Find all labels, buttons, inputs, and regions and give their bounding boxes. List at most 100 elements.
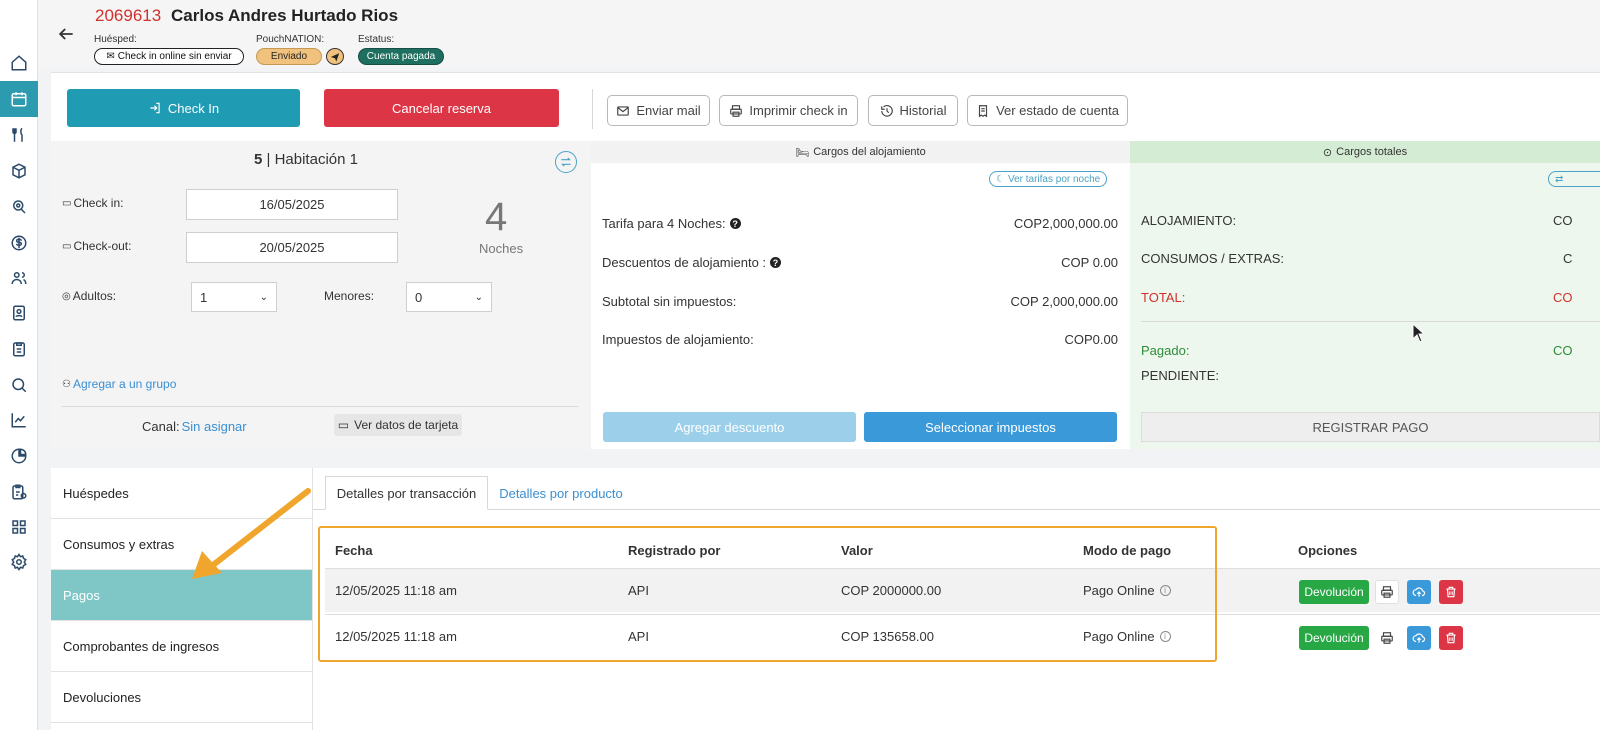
col-header-fecha: Fecha (335, 543, 373, 558)
mail-icon (617, 105, 630, 116)
home-icon[interactable] (0, 48, 38, 78)
help-icon[interactable]: ? (770, 257, 782, 268)
col-header-opciones: Opciones (1298, 543, 1358, 558)
mail-off-icon: ✉ (106, 51, 115, 62)
cell-fecha: 12/05/2025 11:18 am (335, 583, 457, 598)
pouch-status-badge: Enviado (256, 48, 322, 65)
account-statement-button[interactable]: Ver estado de cuenta (967, 95, 1128, 126)
clipboard-icon[interactable] (0, 334, 38, 364)
menu-item-pagos[interactable]: Pagos (51, 570, 312, 621)
user-circle-icon: ◎ (62, 290, 71, 302)
canal-info: Canal: Sin asignar (142, 419, 247, 434)
report-icon[interactable] (0, 477, 38, 507)
checkout-date-field[interactable]: 20/05/2025 (186, 232, 398, 263)
search-location-icon[interactable] (0, 192, 38, 222)
reservation-panel: Check In Cancelar reserva Enviar mail Im… (51, 72, 1600, 449)
printer-icon (730, 104, 743, 117)
users-icon[interactable] (0, 263, 38, 293)
menu-item-consumos[interactable]: Consumos y extras (51, 519, 312, 570)
room-title: 5 | Habitación 1 (254, 151, 358, 168)
cloud-upload-icon[interactable] (1407, 580, 1431, 604)
search-icon[interactable] (0, 370, 38, 400)
add-group-link[interactable]: ⚇ Agregar a un grupo (62, 377, 176, 391)
cell-modo: Pago Online i (1083, 583, 1171, 598)
tab-product-details[interactable]: Detalles por producto (496, 476, 626, 510)
estatus-badge: Cuenta pagada (358, 48, 444, 65)
mouse-cursor-icon (1412, 323, 1426, 343)
subtotal-value: COP 2,000,000.00 (1010, 294, 1118, 309)
swap-currency-button[interactable]: ⇄ (1548, 171, 1600, 187)
nights-label: Noches (479, 241, 524, 256)
pie-chart-icon[interactable] (0, 441, 38, 471)
history-button[interactable]: Historial (868, 95, 958, 126)
trash-icon[interactable] (1439, 580, 1463, 604)
view-rates-button[interactable]: ☾ Ver tarifas por noche (989, 171, 1108, 187)
restaurant-icon[interactable] (0, 120, 38, 150)
print-icon[interactable] (1375, 580, 1399, 604)
info-icon[interactable]: i (1159, 631, 1171, 642)
subtotal-label: Subtotal sin impuestos: (602, 294, 737, 309)
refund-button[interactable]: Devolución (1299, 580, 1369, 604)
credit-card-icon: ▭ (337, 418, 350, 432)
info-icon[interactable]: i (1159, 585, 1171, 596)
send-mail-button[interactable]: Enviar mail (607, 95, 710, 126)
reservation-header: 2069613 Carlos Andres Hurtado Rios Huésp… (38, 0, 1600, 68)
add-discount-button[interactable]: Agregar descuento (603, 412, 856, 442)
bed-icon: 🛏 (795, 146, 810, 159)
menu-item-huespedes[interactable]: Huéspedes (51, 468, 312, 519)
checkin-date-field[interactable]: 16/05/2025 (186, 189, 398, 220)
back-arrow-icon[interactable] (56, 24, 76, 44)
tab-transaction-details[interactable]: Detalles por transacción (325, 476, 488, 510)
print-check-in-button[interactable]: Imprimir check in (719, 95, 858, 126)
alojamiento-label: ALOJAMIENTO: (1141, 213, 1237, 228)
pagado-value: CO (1553, 343, 1573, 358)
settings-icon[interactable] (0, 547, 38, 577)
chart-line-icon[interactable] (0, 405, 38, 435)
dollar-icon[interactable] (0, 228, 38, 258)
register-payment-button[interactable]: REGISTRAR PAGO (1141, 412, 1600, 442)
adults-label: ◎ Adultos: (62, 289, 117, 303)
login-icon (150, 102, 160, 114)
cell-modo: Pago Online i (1083, 629, 1171, 644)
total-label: TOTAL: (1141, 290, 1186, 305)
refund-button[interactable]: Devolución (1299, 626, 1369, 650)
minors-select[interactable]: 0 ⌄ (406, 282, 492, 312)
table-row: 12/05/2025 11:18 am API COP 2000000.00 P… (325, 568, 1600, 612)
select-taxes-button[interactable]: Seleccionar impuestos (864, 412, 1117, 442)
swap-icon: ⇄ (1555, 173, 1564, 185)
checkout-label: ▭ Check-out: (62, 239, 132, 253)
calendar-icon[interactable] (0, 81, 38, 117)
divider (62, 406, 578, 407)
nights-count: 4 (485, 195, 508, 239)
huesped-status-badge[interactable]: ✉ Check in online sin enviar (94, 48, 244, 65)
menu-item-devoluciones[interactable]: Devoluciones (51, 672, 312, 723)
cancel-reservation-button[interactable]: Cancelar reserva (324, 89, 559, 127)
apps-icon[interactable] (0, 512, 38, 542)
huesped-label: Huésped: (94, 34, 137, 45)
col-header-registrado: Registrado por (628, 543, 721, 558)
menu-item-comprobantes[interactable]: Comprobantes de ingresos (51, 621, 312, 672)
contacts-icon[interactable] (0, 298, 38, 328)
cloud-upload-icon[interactable] (1407, 626, 1431, 650)
calendar-small-icon: ▭ (62, 197, 72, 209)
card-details-button[interactable]: ▭ Ver datos de tarjeta (334, 414, 462, 436)
canal-link[interactable]: Sin asignar (182, 419, 247, 434)
send-icon[interactable] (326, 48, 344, 65)
alojamiento-value: CO (1553, 213, 1573, 228)
receipt-icon (978, 104, 988, 117)
print-icon[interactable] (1375, 626, 1399, 650)
table-row: 12/05/2025 11:18 am API COP 135658.00 Pa… (325, 614, 1600, 658)
chevron-down-icon: ⌄ (474, 291, 483, 303)
adults-select[interactable]: 1 ⌄ (191, 282, 277, 312)
col-header-modo: Modo de pago (1083, 543, 1172, 558)
help-icon[interactable]: ? (729, 218, 741, 229)
pendiente-label: PENDIENTE: (1141, 368, 1220, 383)
total-value: CO (1553, 290, 1573, 305)
cell-valor: COP 2000000.00 (841, 583, 942, 598)
trash-icon[interactable] (1439, 626, 1463, 650)
dollar-circle-icon: ⊙ (1322, 146, 1333, 159)
check-in-button[interactable]: Check In (67, 89, 300, 127)
users-small-icon: ⚇ (62, 378, 71, 390)
change-room-icon[interactable] (555, 151, 577, 173)
box-icon[interactable] (0, 156, 38, 186)
